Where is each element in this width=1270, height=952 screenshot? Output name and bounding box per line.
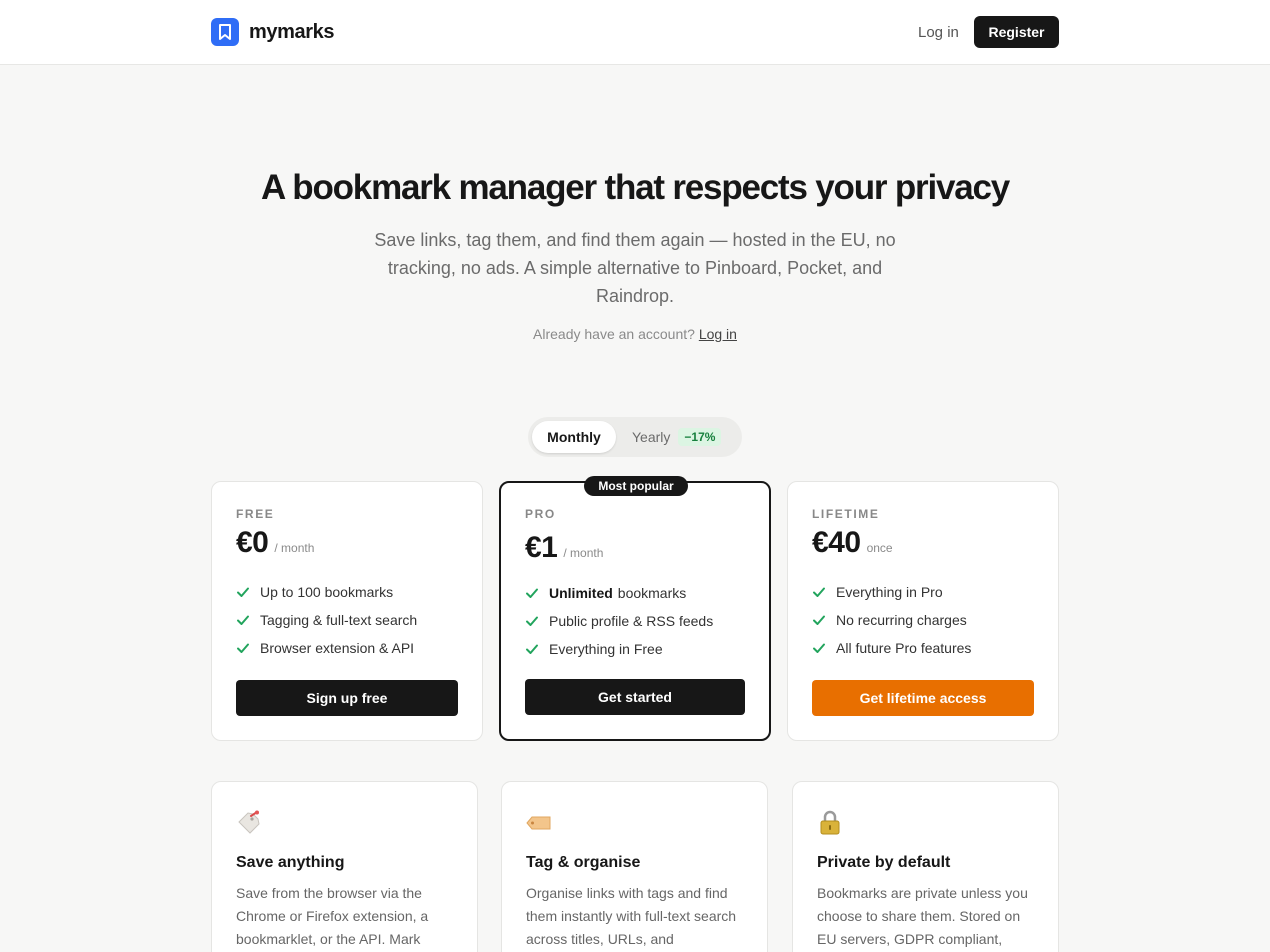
feature-text: No recurring charges	[836, 612, 967, 628]
feature-item: Up to 100 bookmarks	[236, 578, 417, 606]
price-period: once	[866, 541, 893, 555]
yearly-discount-badge: −17%	[678, 428, 722, 446]
feature-list: Everything in Pro No recurring charges A…	[812, 578, 971, 662]
check-icon	[525, 586, 541, 600]
bookmark-icon	[211, 18, 239, 46]
check-icon	[812, 641, 828, 655]
hero-login-link[interactable]: Log in	[699, 326, 737, 342]
account-prompt: Already have an account? Log in	[0, 326, 1270, 342]
plan-card-pro: Most popular PRO €1 / month Unlimited boo…	[499, 476, 771, 741]
check-icon	[525, 642, 541, 656]
tag-pin-icon	[236, 810, 262, 836]
feature-item: No recurring charges	[812, 606, 971, 634]
brand-name: mymarks	[249, 20, 335, 43]
feature-text: Everything in Pro	[836, 584, 943, 600]
plan-name: PRO	[525, 507, 556, 521]
check-icon	[236, 641, 252, 655]
feature-description: Bookmarks are private unless you choose …	[817, 885, 1028, 947]
price-row: €0 / month	[236, 526, 314, 560]
feature-text: Everything in Free	[549, 641, 663, 657]
check-icon	[236, 585, 252, 599]
feature-text: Public profile & RSS feeds	[549, 613, 714, 629]
price-amount: €0	[236, 526, 269, 559]
check-icon	[812, 613, 828, 627]
plan-card-lifetime: LIFETIME €40 once Everything in Pro No r…	[787, 481, 1059, 741]
most-popular-badge: Most popular	[584, 476, 688, 496]
price-period: / month	[563, 546, 604, 560]
feature-text: Tagging & full-text search	[260, 612, 418, 628]
feature-text: All future Pro features	[836, 640, 972, 656]
feature-title: Save anything	[236, 854, 345, 871]
lock-icon	[817, 810, 843, 836]
feature-item: Tagging & full-text search	[236, 606, 417, 634]
hero-subtitle: Save links, tag them, and find them agai…	[374, 230, 896, 306]
check-icon	[525, 614, 541, 628]
feature-item: Unlimited bookmarks	[525, 579, 713, 607]
check-icon	[236, 613, 252, 627]
sign-up-free-button[interactable]: Sign up free	[236, 680, 458, 716]
price-amount: €40	[812, 526, 861, 559]
feature-card-tag: Tag & organise Organise links with tags …	[501, 781, 768, 952]
feature-card-save: Save anything Save from the browser via …	[211, 781, 478, 952]
plan-name: LIFETIME	[812, 507, 880, 521]
feature-item: Browser extension & API	[236, 634, 417, 662]
feature-description: Save from the browser via the Chrome or …	[236, 885, 429, 947]
toggle-yearly[interactable]: Yearly −17%	[632, 421, 722, 453]
feature-item: All future Pro features	[812, 634, 971, 662]
plan-name: FREE	[236, 507, 275, 521]
feature-item: Everything in Free	[525, 635, 713, 663]
feature-bold-text: Unlimited	[549, 585, 613, 601]
feature-card-private: Private by default Bookmarks are private…	[792, 781, 1059, 952]
feature-title: Private by default	[817, 854, 951, 871]
billing-period-toggle: Monthly Yearly −17%	[528, 417, 742, 457]
feature-list: Unlimited bookmarks Public profile & RSS …	[525, 579, 713, 663]
feature-title: Tag & organise	[526, 854, 641, 871]
price-row: €1 / month	[525, 531, 603, 565]
feature-text: Browser extension & API	[260, 640, 415, 656]
brand-logo[interactable]: mymarks	[211, 18, 334, 46]
login-link[interactable]: Log in	[918, 24, 959, 41]
account-prompt-text: Already have an account?	[533, 326, 695, 342]
get-started-button[interactable]: Get started	[525, 679, 745, 715]
check-icon	[812, 585, 828, 599]
feature-text: Up to 100 bookmarks	[260, 584, 394, 600]
toggle-monthly[interactable]: Monthly	[532, 421, 616, 453]
top-navbar: mymarks Log in Register	[0, 0, 1270, 65]
feature-list: Up to 100 bookmarks Tagging & full-text …	[236, 578, 417, 662]
price-period: / month	[274, 541, 315, 555]
price-amount: €1	[525, 531, 558, 564]
feature-item: Public profile & RSS feeds	[525, 607, 713, 635]
feature-text: bookmarks	[617, 585, 687, 601]
register-button[interactable]: Register	[974, 16, 1059, 48]
get-lifetime-access-button[interactable]: Get lifetime access	[812, 680, 1034, 716]
feature-item: Everything in Pro	[812, 578, 971, 606]
toggle-yearly-label: Yearly	[632, 429, 671, 445]
hero-title: A bookmark manager that respects your pr…	[260, 168, 1010, 207]
price-row: €40 once	[812, 526, 893, 560]
plan-card-free: FREE €0 / month Up to 100 bookmarks Tagg…	[211, 481, 483, 741]
label-icon	[526, 810, 552, 836]
feature-description: Organise links with tags and find them i…	[526, 885, 737, 947]
